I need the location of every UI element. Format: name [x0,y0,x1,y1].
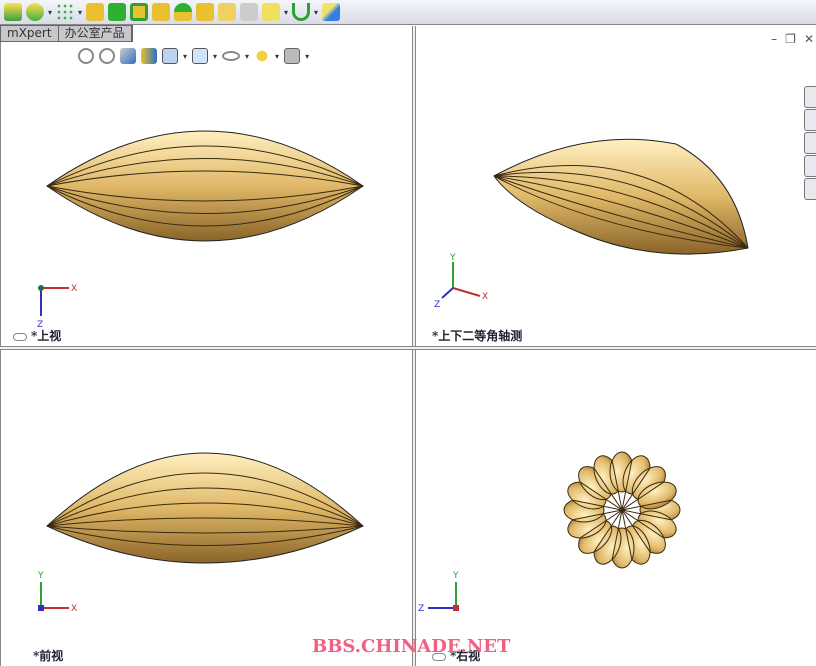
display-style-icon[interactable] [192,48,209,64]
axis-x-label: X [71,284,77,294]
rib-icon[interactable] [86,3,105,21]
section-view-icon[interactable] [141,48,157,64]
model-top-view: X Z [37,130,364,330]
link-icon[interactable] [13,332,27,341]
shell-icon[interactable] [130,3,149,21]
measure-icon[interactable] [322,3,341,21]
home-icon[interactable] [804,86,816,108]
scene-icon[interactable] [284,48,301,64]
viewport-label: *上视 [13,327,61,344]
view-name: *上视 [31,329,62,343]
axis-y-label: Y [449,253,456,263]
viewport-right[interactable]: Y Z *右视 [416,350,816,666]
pattern-icon[interactable] [56,3,75,21]
feature-toolbar: ▾ ▾ ▾ ▾ [0,0,816,25]
split-icon[interactable] [196,3,215,21]
viewport-label: *上下二等角轴测 [432,329,523,343]
curves-icon[interactable] [240,3,259,21]
extrude-boss-icon[interactable] [4,3,22,21]
lights-icon[interactable] [254,48,271,64]
horizontal-splitter[interactable] [0,346,816,350]
model-right-view: Y Z [418,451,681,614]
zoom-area-icon[interactable] [99,48,115,64]
heads-up-view-toolbar: ▾ ▾ ▾ ▾ ▾ [78,48,309,64]
viewport-top[interactable]: X Z *上视 [0,26,412,346]
tab-mxpert[interactable]: mXpert [1,26,59,41]
viewport-label: *前视 [33,649,64,663]
view-palette-icon[interactable] [804,155,816,177]
axis-z-label: Z [418,604,424,614]
appearances-icon[interactable] [804,178,816,200]
file-explorer-icon[interactable] [804,132,816,154]
axis-y-label: Y [37,571,44,581]
viewport-front[interactable]: Y X *前视 [0,350,412,666]
draft-icon[interactable] [108,3,127,21]
revolve-icon[interactable] [26,3,44,21]
axis-x-label: X [482,292,488,302]
reference-icon[interactable] [218,3,237,21]
axis-z-label: Z [434,300,440,310]
dome-icon[interactable] [174,3,193,21]
viewport-dimetric[interactable]: Y X Z *上下二等角轴测 [416,26,816,346]
minimize-button[interactable]: – [771,32,777,46]
zoom-to-fit-icon[interactable] [78,48,94,64]
previous-view-icon[interactable] [120,48,136,64]
sketch-point-icon[interactable] [262,3,281,21]
hide-show-icon[interactable] [222,51,241,61]
task-pane-tabs [804,86,816,201]
model-dimetric-view: Y X Z [434,138,749,310]
tab-office-products[interactable]: 办公室产品 [58,26,132,41]
wrap-icon[interactable] [152,3,171,21]
close-button[interactable]: ✕ [804,32,814,46]
command-manager-tabs: mXpert 办公室产品 [0,25,133,42]
axis-x-label: X [71,604,77,614]
model-front-view: Y X [37,452,364,614]
axis-y-label: Y [452,571,459,581]
design-library-icon[interactable] [804,109,816,131]
window-controls: – ❐ ✕ [771,32,814,46]
restore-button[interactable]: ❐ [785,32,796,46]
view-orientation-icon[interactable] [162,48,178,64]
spline-icon[interactable] [292,3,311,21]
watermark: BBS.CHINADE.NET [312,636,511,657]
